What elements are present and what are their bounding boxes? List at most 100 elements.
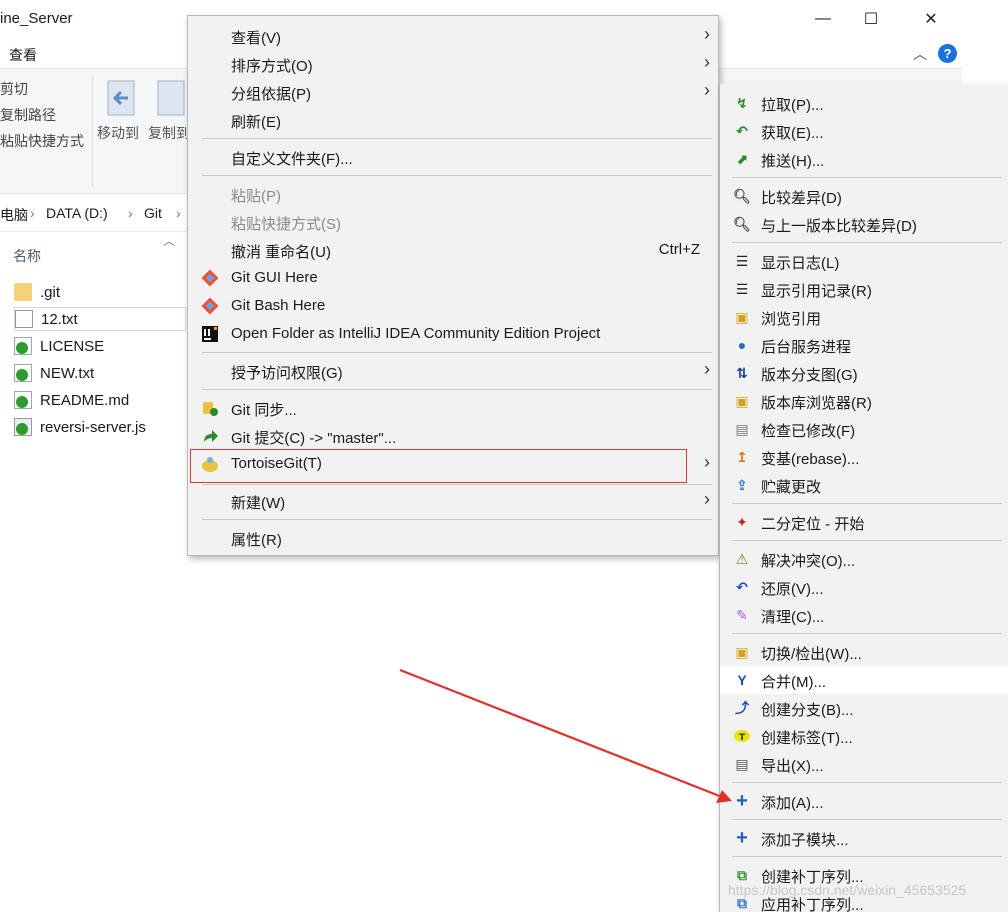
- submenu-item-cleanup[interactable]: ✎ 清理(C)...: [720, 601, 1008, 629]
- diff-icon: 🔍︎: [733, 187, 751, 204]
- menu-item-label: 显示日志(L): [761, 255, 840, 272]
- menu-item-properties[interactable]: 属性(R): [188, 524, 718, 552]
- highlight-box: [190, 449, 687, 483]
- bisect-icon: ✦: [736, 513, 748, 530]
- column-header-name[interactable]: 名称: [13, 246, 41, 266]
- submenu-item-add-submodule[interactable]: + 添加子模块...: [720, 824, 1008, 852]
- submenu-item-show-log[interactable]: ☰ 显示日志(L): [720, 247, 1008, 275]
- menu-item-grant-access[interactable]: 授予访问权限(G) ›: [188, 357, 718, 385]
- copy-to-button[interactable]: 复制到: [148, 123, 190, 143]
- submenu-item-resolve[interactable]: ⚠ 解决冲突(O)...: [720, 545, 1008, 573]
- menu-item-label: 合并(M)...: [761, 674, 826, 691]
- menu-item-group-by[interactable]: 分组依据(P) ›: [188, 78, 718, 106]
- add-icon: +: [736, 789, 748, 812]
- menu-item-label: 查看(V): [231, 30, 281, 47]
- menu-separator: [732, 819, 1002, 820]
- breadcrumb-git[interactable]: Git: [144, 205, 162, 221]
- ribbon-collapse-icon[interactable]: ︿: [913, 44, 927, 64]
- submenu-item-revision-graph[interactable]: ⇅ 版本分支图(G): [720, 359, 1008, 387]
- submenu-item-browse-refs[interactable]: ▣ 浏览引用: [720, 303, 1008, 331]
- file-row[interactable]: reversi-server.js: [14, 415, 186, 439]
- menu-item-label: 创建分支(B)...: [761, 702, 854, 719]
- breadcrumb-pc[interactable]: 电脑: [0, 205, 28, 225]
- submenu-item-reflog[interactable]: ☰ 显示引用记录(R): [720, 275, 1008, 303]
- submenu-item-switch[interactable]: ▣ 切换/检出(W)...: [720, 638, 1008, 666]
- menu-separator: [202, 352, 712, 353]
- breadcrumb-data-drive[interactable]: DATA (D:): [46, 205, 108, 221]
- menu-item-label: 二分定位 - 开始: [761, 516, 865, 533]
- submenu-item-create-branch[interactable]: ⤴ 创建分支(B)...: [720, 694, 1008, 722]
- svg-text:T: T: [739, 733, 746, 743]
- submenu-item-merge[interactable]: Y 合并(M)...: [720, 666, 1008, 694]
- maximize-icon: ☐: [863, 11, 879, 28]
- submenu-item-rebase[interactable]: ↥ 变基(rebase)...: [720, 443, 1008, 471]
- shortcut-label: Ctrl+Z: [658, 241, 700, 258]
- submenu-item-push[interactable]: ⬈ 推送(H)...: [720, 145, 1008, 173]
- menu-item-git-gui[interactable]: Git GUI Here: [188, 264, 718, 292]
- file-name: LICENSE: [40, 337, 105, 355]
- push-icon: ⬈: [736, 150, 748, 167]
- submenu-item-diff[interactable]: 🔍︎ 比较差异(D): [720, 182, 1008, 210]
- menu-separator: [732, 177, 1002, 178]
- fetch-icon: ↶: [736, 122, 748, 139]
- menu-item-label: 贮藏更改: [761, 479, 822, 496]
- copy-path-button[interactable]: 复制路径: [0, 105, 56, 125]
- context-menu: 查看(V) › 排序方式(O) › 分组依据(P) › 刷新(E) 自定义文件夹…: [187, 15, 719, 556]
- file-row[interactable]: .git: [14, 280, 186, 304]
- export-icon: ▤: [735, 755, 749, 772]
- help-button[interactable]: ?: [938, 44, 957, 63]
- menu-item-label: 撤消 重命名(U): [231, 244, 331, 261]
- file-row[interactable]: LICENSE: [14, 334, 186, 358]
- submenu-item-create-tag[interactable]: T 创建标签(T)...: [720, 722, 1008, 750]
- add-submodule-icon: +: [736, 826, 748, 849]
- menu-item-git-bash[interactable]: Git Bash Here: [188, 292, 718, 320]
- file-row-selected[interactable]: 12.txt: [14, 307, 186, 331]
- menu-item-label: 还原(V)...: [761, 581, 824, 598]
- menu-item-git-sync[interactable]: Git 同步...: [188, 394, 718, 422]
- switch-icon: ▣: [735, 643, 749, 660]
- cut-button[interactable]: 剪切: [0, 79, 28, 99]
- menu-item-new[interactable]: 新建(W) ›: [188, 487, 718, 515]
- file-row[interactable]: NEW.txt: [14, 361, 186, 385]
- menu-item-label: 推送(H)...: [761, 153, 825, 170]
- minimize-icon: —: [815, 10, 831, 27]
- submenu-item-pull[interactable]: ↯ 拉取(P)...: [720, 89, 1008, 117]
- submenu-item-bisect[interactable]: ✦ 二分定位 - 开始: [720, 508, 1008, 536]
- submenu-item-diff-prev[interactable]: 🔍︎ 与上一版本比较差异(D): [720, 210, 1008, 238]
- git-clean-file-icon: [14, 364, 32, 382]
- close-button[interactable]: ✕: [908, 2, 954, 36]
- submenu-item-daemon[interactable]: ● 后台服务进程: [720, 331, 1008, 359]
- submenu-item-repo-browser[interactable]: ▣ 版本库浏览器(R): [720, 387, 1008, 415]
- intellij-icon: [202, 326, 218, 342]
- menu-separator: [732, 856, 1002, 857]
- submenu-item-fetch[interactable]: ↶ 获取(E)...: [720, 117, 1008, 145]
- file-row[interactable]: README.md: [14, 388, 186, 412]
- menu-item-customize-folder[interactable]: 自定义文件夹(F)...: [188, 143, 718, 171]
- menu-item-label: Open Folder as IntelliJ IDEA Community E…: [231, 325, 601, 342]
- submenu-item-export[interactable]: ▤ 导出(X)...: [720, 750, 1008, 778]
- git-clean-file-icon: [14, 391, 32, 409]
- repo-browser-icon: ▣: [735, 392, 749, 409]
- git-commit-icon: [204, 430, 218, 442]
- menu-item-open-intellij[interactable]: Open Folder as IntelliJ IDEA Community E…: [188, 320, 718, 348]
- submenu-item-stash[interactable]: ⇪ 贮藏更改: [720, 471, 1008, 499]
- menu-item-refresh[interactable]: 刷新(E): [188, 106, 718, 134]
- submenu-item-add[interactable]: + 添加(A)...: [720, 787, 1008, 815]
- tab-view[interactable]: 查看: [9, 45, 37, 65]
- submenu-item-revert[interactable]: ↶ 还原(V)...: [720, 573, 1008, 601]
- menu-item-label: 刷新(E): [231, 114, 281, 131]
- menu-item-git-commit[interactable]: Git 提交(C) -> "master"...: [188, 422, 718, 450]
- maximize-button[interactable]: ☐: [848, 2, 894, 36]
- menu-item-sort-by[interactable]: 排序方式(O) ›: [188, 50, 718, 78]
- menu-item-label: 添加(A)...: [761, 795, 824, 812]
- move-to-button[interactable]: 移动到: [97, 123, 139, 143]
- menu-item-label: 浏览引用: [761, 311, 822, 328]
- menu-item-undo-rename[interactable]: 撤消 重命名(U) Ctrl+Z: [188, 236, 718, 264]
- minimize-button[interactable]: —: [800, 2, 846, 36]
- paste-shortcut-button[interactable]: 粘贴快捷方式: [0, 131, 84, 151]
- submenu-item-check-modified[interactable]: ▤ 检查已修改(F): [720, 415, 1008, 443]
- menu-item-view[interactable]: 查看(V) ›: [188, 22, 718, 50]
- menu-item-paste: 粘贴(P): [188, 180, 718, 208]
- rebase-icon: ↥: [736, 448, 748, 465]
- menu-item-label: 与上一版本比较差异(D): [761, 218, 917, 235]
